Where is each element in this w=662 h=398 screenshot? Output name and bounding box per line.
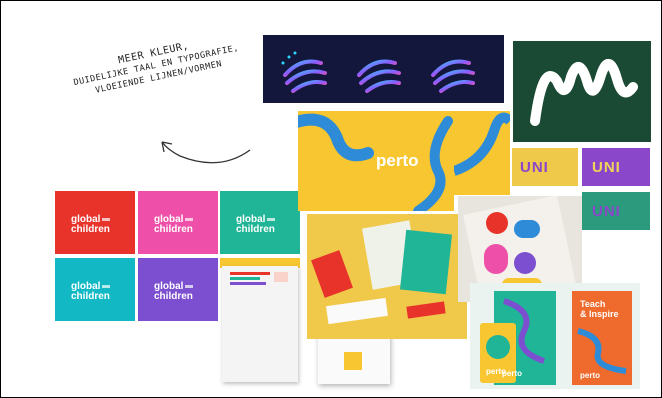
uni-tile-purple: UNI [582,148,650,186]
global-children-tile-cyan: global children [55,258,135,321]
swirl-logo-strip [263,35,504,103]
global-children-tile-green: global children [220,191,300,254]
white-booklet [222,266,298,382]
uni-tile-green: UNI [582,192,650,230]
rekenschrift-yellow-square [344,352,362,370]
global-children-tile-pink: global children [138,191,218,254]
perto-notebook-orange: Teach & Inspire perto [572,291,632,385]
global-children-tile-red: global children [55,191,135,254]
perto-brand-card: perto [298,111,454,211]
perto-card-extension [454,111,510,195]
perto-notebooks-photo: perto Teach & Inspire perto perto [470,283,640,389]
annotation-arrow-icon [161,141,251,164]
uni-tile-yellow: UNI [512,148,578,186]
m-squiggle-icon [530,59,638,126]
perto-wordmark: perto [376,151,419,170]
global-children-tile-purple: global children [138,258,218,321]
educational-cards-photo [307,214,467,339]
green-m-logo [513,41,651,142]
